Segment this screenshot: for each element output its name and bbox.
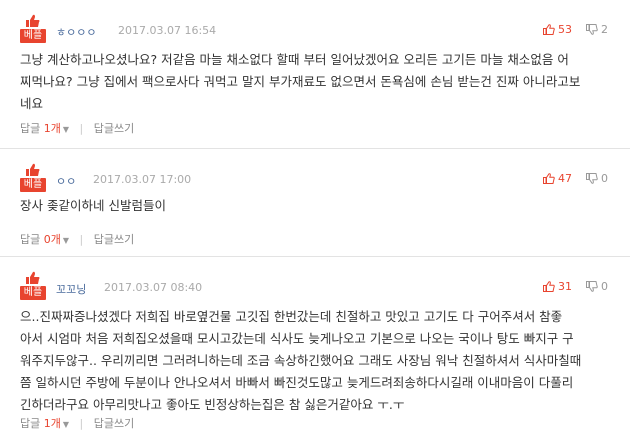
comment-text: 으..진짜짜증나셨겠다 저희집 바로옆건물 고깃집 한번갔는데 친절하고 맛있고… bbox=[20, 306, 608, 416]
reply-count: 1개 bbox=[43, 122, 61, 135]
comment-line: 아서 시엄마 처음 저희집오셨을때 모시고갔는데 식사도 늦게나오고 기본으로 … bbox=[20, 331, 574, 346]
like-button[interactable]: 53 bbox=[542, 22, 572, 36]
thumbs-up-icon bbox=[542, 23, 555, 35]
best-badge: 베플 bbox=[20, 271, 46, 301]
reply-toggle[interactable]: 답글 1개 ▼ bbox=[20, 417, 69, 430]
comment-item: 베플 ㅎㅇㅇㅇ 2017.03.07 16:54 53 2 그냥 계산하고나오셨… bbox=[0, 0, 630, 148]
comment-author[interactable]: 꼬꼬닝 bbox=[56, 281, 86, 297]
dislike-count: 0 bbox=[601, 279, 608, 293]
reply-count: 0개 bbox=[43, 233, 61, 246]
caret-down-icon: ▼ bbox=[62, 125, 70, 134]
comment-line: 쯤 일하시던 주방에 두분이나 안나오셔서 바빠서 빠진것도많고 늦게드려죄송하… bbox=[20, 375, 574, 390]
thumbs-up-icon bbox=[26, 163, 40, 176]
caret-down-icon: ▼ bbox=[62, 236, 70, 245]
dislike-count: 0 bbox=[601, 171, 608, 185]
comment-line: 으..진짜짜증나셨겠다 저희집 바로옆건물 고깃집 한번갔는데 친절하고 맛있고… bbox=[20, 309, 563, 324]
comment-item: 베플 ㅇㅇ 2017.03.07 17:00 47 0 장사 좆같이하네 신발럼… bbox=[0, 148, 630, 256]
thumbs-up-icon bbox=[26, 271, 40, 284]
comment-line: 찌먹나요? 그냥 집에서 팩으로사다 궈먹고 말지 부가재료도 없으면서 돈욕심… bbox=[20, 74, 581, 89]
comment-line: 워주지두않구.. 우리끼리면 그러려니하는데 조금 속상하긴했어요 그래도 사장… bbox=[20, 353, 582, 368]
like-count: 47 bbox=[558, 171, 572, 185]
comment-author[interactable]: ㅇㅇ bbox=[56, 173, 76, 189]
like-button[interactable]: 31 bbox=[542, 279, 572, 293]
caret-down-icon: ▼ bbox=[62, 420, 70, 429]
dislike-button[interactable]: 2 bbox=[585, 22, 608, 36]
write-reply-button[interactable]: 답글쓰기 bbox=[94, 122, 134, 135]
comment-item: 베플 꼬꼬닝 2017.03.07 08:40 31 0 으..진짜짜증나셨겠다… bbox=[0, 256, 630, 446]
comment-author[interactable]: ㅎㅇㅇㅇ bbox=[56, 24, 96, 40]
comment-text: 장사 좆같이하네 신발럼들이 bbox=[20, 195, 608, 217]
thumbs-up-icon bbox=[542, 172, 555, 184]
vote-group: 31 0 bbox=[533, 279, 608, 293]
reply-label: 답글 bbox=[20, 122, 41, 135]
best-badge: 베플 bbox=[20, 163, 46, 193]
like-count: 53 bbox=[558, 22, 572, 36]
best-badge-label: 베플 bbox=[20, 178, 46, 192]
write-reply-button[interactable]: 답글쓰기 bbox=[94, 417, 134, 430]
comment-footer: 답글 0개 ▼ | 답글쓰기 bbox=[20, 231, 134, 247]
dislike-button[interactable]: 0 bbox=[585, 279, 608, 293]
comment-line: 장사 좆같이하네 신발럼들이 bbox=[20, 198, 166, 213]
reply-count: 1개 bbox=[43, 417, 61, 430]
dislike-button[interactable]: 0 bbox=[585, 171, 608, 185]
write-reply-button[interactable]: 답글쓰기 bbox=[94, 233, 134, 246]
divider: | bbox=[79, 417, 84, 430]
best-badge-label: 베플 bbox=[20, 286, 46, 300]
best-badge: 베플 bbox=[20, 14, 46, 44]
thumbs-up-icon bbox=[26, 14, 40, 27]
comment-header: 베플 ㅎㅇㅇㅇ 2017.03.07 16:54 53 2 bbox=[20, 14, 630, 44]
comment-line: 그냥 계산하고나오셨나요? 저같음 마늘 채소없다 할때 부터 일어났겠어요 오… bbox=[20, 52, 569, 67]
comment-list: 베플 ㅎㅇㅇㅇ 2017.03.07 16:54 53 2 그냥 계산하고나오셨… bbox=[0, 0, 630, 446]
reply-toggle[interactable]: 답글 0개 ▼ bbox=[20, 233, 69, 246]
like-button[interactable]: 47 bbox=[542, 171, 572, 185]
comment-line: 긴하더라구요 아무리맛나고 좋아도 빈정상하는집은 참 싫은거같아요 ㅜ.ㅜ bbox=[20, 397, 405, 412]
thumbs-down-icon bbox=[585, 280, 598, 292]
comment-header: 베플 꼬꼬닝 2017.03.07 08:40 31 0 bbox=[20, 271, 630, 301]
comment-text: 그냥 계산하고나오셨나요? 저같음 마늘 채소없다 할때 부터 일어났겠어요 오… bbox=[20, 49, 608, 115]
vote-group: 53 2 bbox=[533, 22, 608, 36]
comment-line: 네요 bbox=[20, 96, 44, 111]
divider: | bbox=[79, 233, 84, 246]
comment-date: 2017.03.07 08:40 bbox=[104, 281, 203, 294]
comment-footer: 답글 1개 ▼ | 답글쓰기 bbox=[20, 415, 134, 431]
thumbs-down-icon bbox=[585, 172, 598, 184]
comment-date: 2017.03.07 16:54 bbox=[118, 24, 217, 37]
like-count: 31 bbox=[558, 279, 572, 293]
reply-toggle[interactable]: 답글 1개 ▼ bbox=[20, 122, 69, 135]
comment-footer: 답글 1개 ▼ | 답글쓰기 bbox=[20, 120, 134, 136]
thumbs-down-icon bbox=[585, 23, 598, 35]
comment-header: 베플 ㅇㅇ 2017.03.07 17:00 47 0 bbox=[20, 163, 630, 193]
vote-group: 47 0 bbox=[533, 171, 608, 185]
comment-date: 2017.03.07 17:00 bbox=[93, 173, 192, 186]
reply-label: 답글 bbox=[20, 233, 41, 246]
reply-label: 답글 bbox=[20, 417, 41, 430]
best-badge-label: 베플 bbox=[20, 29, 46, 43]
divider: | bbox=[79, 122, 84, 135]
thumbs-up-icon bbox=[542, 280, 555, 292]
dislike-count: 2 bbox=[601, 22, 608, 36]
